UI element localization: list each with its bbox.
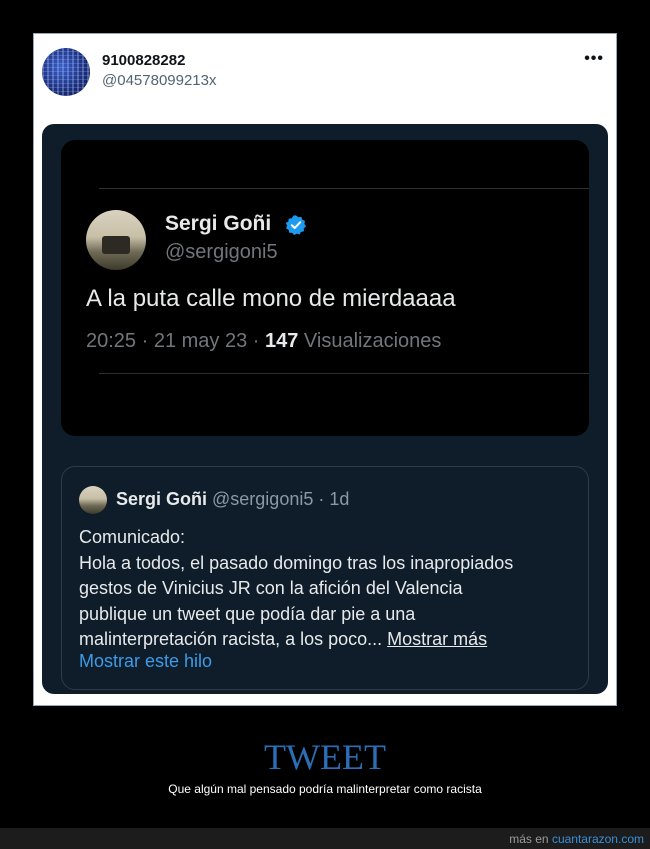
more-horizontal-icon[interactable]: ••• bbox=[584, 50, 604, 68]
quoted-body: Comunicado: Hola a todos, el pasado domi… bbox=[79, 525, 579, 653]
screenshot-views-count: 147 bbox=[264, 330, 299, 352]
user-handle[interactable]: @04578099213x bbox=[102, 72, 217, 89]
quoted-author-name[interactable]: Sergi Goñi bbox=[116, 489, 207, 509]
quoted-line: Comunicado: bbox=[79, 527, 186, 547]
screenshot-views-label: Visualizaciones bbox=[298, 330, 442, 352]
show-thread-link[interactable]: Mostrar este hilo bbox=[79, 651, 212, 672]
tweet-media-panel: Sergi Goñi @sergigoni5 A la puta calle m… bbox=[42, 124, 608, 694]
tweet-card: 9100828282 @04578099213x ••• Sergi Goñi … bbox=[33, 33, 617, 706]
quoted-handle-time: @sergigoni5 · 1d bbox=[207, 489, 350, 509]
display-name[interactable]: 9100828282 bbox=[102, 52, 185, 69]
site-link[interactable]: cuantarazon.com bbox=[552, 832, 644, 846]
quoted-tweet[interactable]: Sergi Goñi @sergigoni5 · 1d Comunicado: … bbox=[61, 466, 589, 690]
quoted-line-last: malinterpretación racista, a los poco...… bbox=[79, 627, 579, 653]
post-subtitle: Que algún mal pensado podría malinterpre… bbox=[168, 782, 482, 796]
divider bbox=[99, 373, 589, 374]
quoted-avatar[interactable] bbox=[79, 486, 107, 514]
embedded-screenshot[interactable]: Sergi Goñi @sergigoni5 A la puta calle m… bbox=[61, 140, 589, 436]
screenshot-timestamp: 20:25 · 21 may 23 · bbox=[86, 330, 265, 352]
quoted-header: Sergi Goñi @sergigoni5 · 1d bbox=[116, 489, 349, 510]
screenshot-author-handle: @sergigoni5 bbox=[165, 241, 278, 263]
post-title: TWEET bbox=[264, 737, 386, 777]
screenshot-tweet-meta: 20:25 · 21 may 23 · 147 Visualizaciones bbox=[86, 330, 441, 353]
footer-bar: más en cuantarazon.com bbox=[0, 828, 650, 849]
screenshot-avatar bbox=[86, 210, 146, 270]
quoted-line: publique un tweet que podía dar pie a un… bbox=[79, 603, 416, 624]
footer-text: más en cuantarazon.com bbox=[509, 832, 644, 846]
show-more-link[interactable]: Mostrar más bbox=[387, 629, 487, 649]
screenshot-author-name: Sergi Goñi bbox=[165, 212, 272, 235]
footer-prefix: más en bbox=[509, 832, 552, 846]
verified-badge-icon bbox=[285, 215, 306, 236]
screenshot-tweet-text: A la puta calle mono de mierdaaaa bbox=[86, 285, 456, 312]
quoted-line: Hola a todos, el pasado domingo tras los… bbox=[79, 552, 514, 573]
avatar[interactable] bbox=[42, 48, 90, 96]
quoted-line: gestos de Vinicius JR con la afición del… bbox=[79, 578, 463, 598]
divider bbox=[99, 188, 589, 189]
quoted-line: malinterpretación racista, a los poco... bbox=[79, 629, 388, 649]
